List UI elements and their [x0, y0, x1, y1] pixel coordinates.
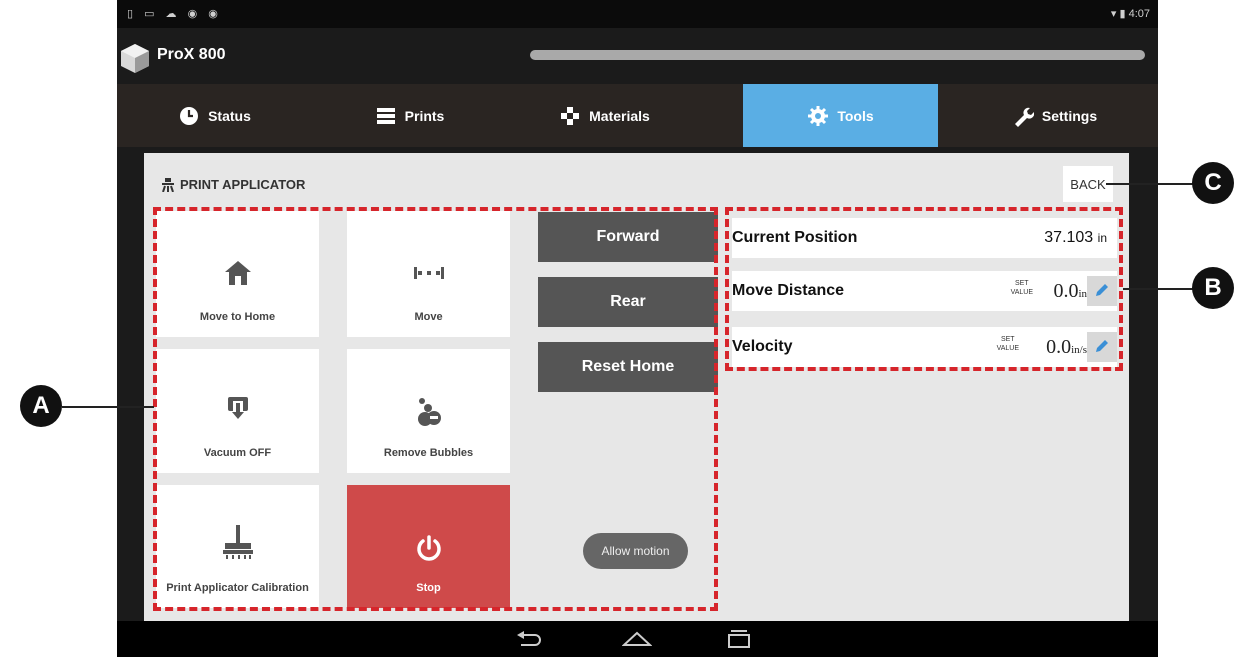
- group-b-highlight: [725, 207, 1123, 371]
- progress-bar: [530, 50, 1145, 60]
- app-name: ProX 800: [157, 46, 226, 63]
- home-nav-icon[interactable]: [622, 631, 652, 647]
- callout-c-leader: [1106, 183, 1194, 185]
- tab-prints[interactable]: Prints: [312, 84, 507, 147]
- wrench-icon: [1014, 107, 1034, 127]
- panel-title: PRINT APPLICATOR: [162, 177, 305, 192]
- 3d-cube-logo-icon: [121, 44, 149, 73]
- clock: ▾ ▮ 4:07: [1110, 8, 1150, 20]
- back-nav-icon[interactable]: [517, 631, 543, 647]
- callout-a-leader: [62, 406, 154, 408]
- checker-icon: [561, 106, 580, 125]
- tab-label: Prints: [404, 107, 445, 124]
- callout-a: A: [20, 385, 62, 427]
- callout-c: C: [1192, 162, 1234, 204]
- group-a-highlight: [153, 207, 718, 611]
- callout-b-leader: [1123, 288, 1193, 290]
- tab-label: Tools: [837, 107, 874, 124]
- gear-icon: [808, 105, 829, 126]
- tab-status[interactable]: Status: [117, 84, 312, 147]
- tab-materials[interactable]: Materials: [507, 84, 702, 147]
- android-nav-bar: [117, 621, 1158, 657]
- app-bar: ProX 800: [117, 28, 1158, 84]
- callout-b: B: [1192, 267, 1234, 309]
- panel-title-text: PRINT APPLICATOR: [180, 177, 306, 192]
- android-status-bar: ▯ ▭ ☁ ◉ ◉ ▾ ▮ 4:07: [117, 0, 1158, 28]
- applicator-icon: [162, 177, 174, 192]
- tab-tools[interactable]: Tools: [743, 84, 938, 147]
- list-icon: [376, 107, 395, 124]
- main-tabs: Status Prints Materials Tools Settings: [117, 84, 1158, 147]
- tab-settings[interactable]: Settings: [957, 84, 1152, 147]
- notification-icons: ▯ ▭ ☁ ◉ ◉: [127, 8, 222, 20]
- tab-label: Status: [208, 107, 251, 124]
- recents-nav-icon[interactable]: [727, 629, 751, 649]
- tab-label: Materials: [589, 107, 650, 124]
- tab-label: Settings: [1041, 107, 1098, 124]
- clock-icon: [180, 106, 199, 125]
